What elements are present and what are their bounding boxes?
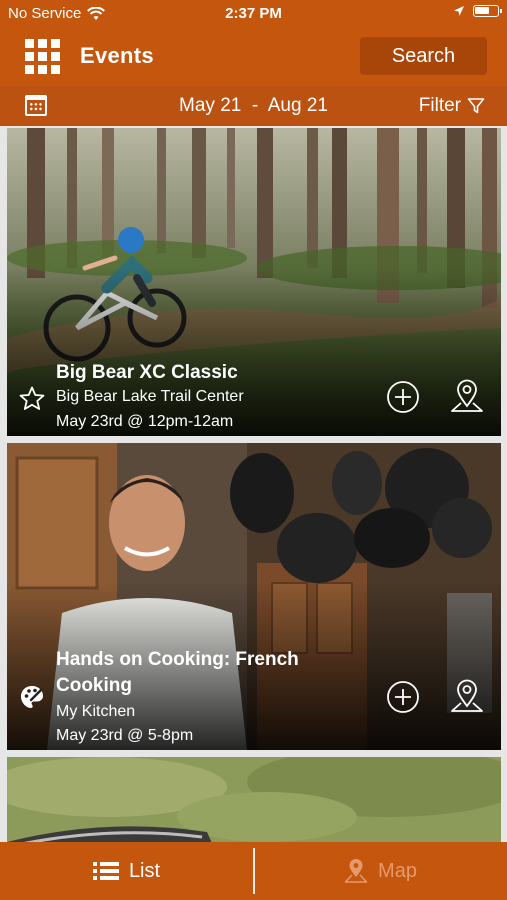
event-card[interactable]: Big Bear XC Classic Big Bear Lake Trail … bbox=[7, 128, 501, 436]
event-venue: Big Bear Lake Trail Center bbox=[56, 388, 244, 405]
app-menu-grid-icon[interactable] bbox=[25, 39, 61, 75]
location-arrow-icon bbox=[454, 6, 464, 16]
date-range-start[interactable]: May 21 bbox=[179, 95, 241, 116]
funnel-icon bbox=[467, 98, 485, 114]
map-pin-icon bbox=[344, 859, 368, 883]
event-list[interactable]: Big Bear XC Classic Big Bear Lake Trail … bbox=[0, 126, 507, 842]
bottom-tab-bar: List Map bbox=[0, 842, 507, 900]
tab-map-label: Map bbox=[378, 859, 417, 882]
date-filter-bar: May 21 - Aug 21 Filter bbox=[0, 86, 507, 126]
event-photo-partial bbox=[7, 757, 501, 842]
battery-icon bbox=[473, 5, 502, 17]
page-title: Events bbox=[80, 43, 154, 68]
event-card[interactable]: Hands on Cooking: French Cooking My Kitc… bbox=[7, 443, 501, 750]
map-pin-icon[interactable] bbox=[450, 677, 484, 715]
date-range-end[interactable]: Aug 21 bbox=[268, 95, 328, 116]
tab-map[interactable]: Map bbox=[254, 842, 507, 900]
event-venue: My Kitchen bbox=[56, 703, 136, 720]
list-icon bbox=[92, 862, 119, 880]
palette-icon[interactable] bbox=[19, 684, 45, 710]
event-card[interactable] bbox=[7, 757, 501, 842]
map-pin-icon[interactable] bbox=[450, 377, 484, 415]
nav-bar: Events Search bbox=[0, 28, 507, 86]
event-title: Big Bear XC Classic bbox=[56, 362, 238, 383]
tab-list[interactable]: List bbox=[0, 842, 253, 900]
add-to-calendar-icon[interactable] bbox=[386, 680, 420, 714]
filter-label: Filter bbox=[418, 95, 461, 116]
search-button[interactable]: Search bbox=[360, 37, 487, 75]
calendar-icon[interactable] bbox=[25, 95, 47, 116]
event-title: Hands on Cooking: French Cooking bbox=[56, 649, 299, 696]
event-date-time: May 23rd @ 12pm-12am bbox=[56, 413, 234, 430]
date-range-separator: - bbox=[251, 95, 259, 116]
tab-list-label: List bbox=[128, 859, 161, 882]
photo-overlay bbox=[7, 266, 501, 436]
star-icon[interactable] bbox=[19, 386, 45, 411]
event-date-time: May 23rd @ 5-8pm bbox=[56, 727, 194, 744]
filter-button[interactable]: Filter bbox=[419, 95, 485, 117]
status-bar: No Service 2:37 PM bbox=[0, 0, 507, 28]
status-time: 2:37 PM bbox=[225, 5, 282, 22]
add-to-calendar-icon[interactable] bbox=[386, 380, 420, 414]
